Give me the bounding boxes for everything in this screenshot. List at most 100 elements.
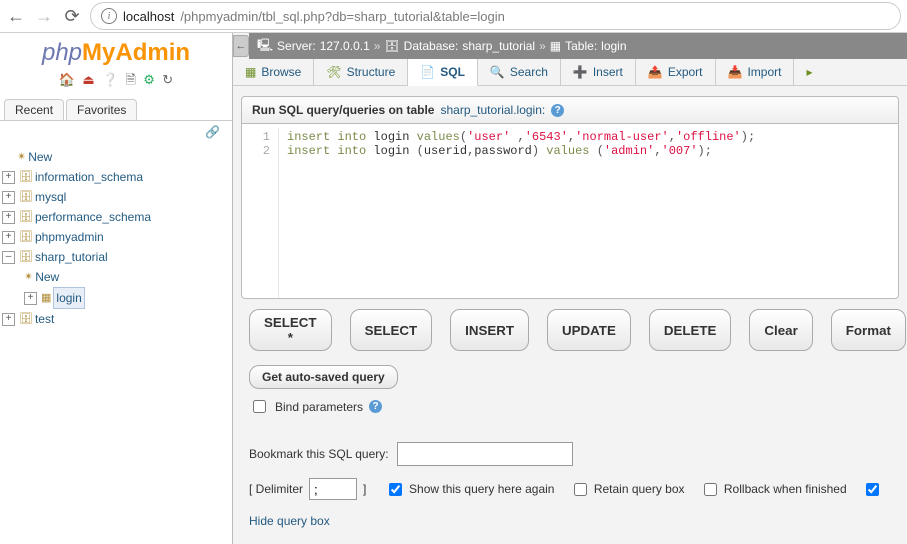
sql-box-table-link[interactable]: sharp_tutorial.login:	[440, 103, 545, 117]
delimiter-open: [ Delimiter	[249, 482, 303, 496]
tree-db-expanded[interactable]: –🗄sharp_tutorial	[2, 247, 232, 267]
url-path: /phpmyadmin/tbl_sql.php?db=sharp_tutoria…	[180, 9, 505, 24]
new-icon: ✴	[24, 267, 33, 287]
sql-icon[interactable]: 🗎	[126, 72, 136, 87]
logout-icon[interactable]: ⏏	[82, 72, 94, 87]
delimiter-input[interactable]	[309, 478, 357, 500]
rollback-label[interactable]: Rollback when finished	[700, 480, 847, 499]
db-icon: 🗄	[19, 309, 33, 329]
select-button[interactable]: SELECT	[350, 309, 433, 351]
browse-icon: ▦	[245, 65, 256, 79]
tree-db[interactable]: +🗄information_schema	[2, 167, 232, 187]
retain-label[interactable]: Retain query box	[570, 480, 685, 499]
tab-more[interactable]: ▸	[794, 59, 824, 85]
collapse-icon[interactable]: –	[2, 251, 15, 264]
main-tabs: ▦Browse 🛠Structure 📄SQL 🔍Search ➕Insert …	[233, 59, 907, 86]
forward-icon[interactable]: →	[34, 6, 54, 27]
expand-icon[interactable]: +	[2, 211, 15, 224]
sql-editor[interactable]: 12 insert into login values('user' ,'654…	[242, 124, 898, 298]
database-icon: 🗄	[384, 39, 399, 53]
db-icon: 🗄	[19, 227, 33, 247]
tree-table-login[interactable]: +▦login	[2, 287, 232, 309]
settings-icon[interactable]: ⚙	[143, 72, 155, 87]
sql-query-box: Run SQL query/queries on table sharp_tut…	[241, 96, 899, 299]
tab-search[interactable]: 🔍Search	[478, 59, 561, 85]
tab-insert[interactable]: ➕Insert	[561, 59, 636, 85]
delimiter-close: ]	[363, 482, 366, 496]
home-icon[interactable]: 🏠	[59, 72, 75, 87]
bc-server-link[interactable]: 127.0.0.1	[320, 39, 370, 53]
bc-table-label: Table:	[565, 39, 597, 53]
rollback-checkbox[interactable]	[704, 483, 717, 496]
bind-params-checkbox[interactable]	[253, 400, 266, 413]
trailing-checkbox[interactable]	[866, 483, 879, 496]
show-again-label[interactable]: Show this query here again	[385, 480, 554, 499]
tree-new[interactable]: ✴New	[2, 147, 232, 167]
code-lines[interactable]: insert into login values('user' ,'6543',…	[279, 128, 898, 298]
select-star-button[interactable]: SELECT *	[249, 309, 332, 351]
tab-sql[interactable]: 📄SQL	[408, 59, 478, 86]
db-icon: 🗄	[19, 167, 33, 187]
reload-icon[interactable]: ⟳	[62, 6, 82, 27]
insert-button[interactable]: INSERT	[450, 309, 529, 351]
db-icon: 🗄	[19, 187, 33, 207]
db-icon: 🗄	[19, 247, 33, 267]
structure-icon: 🛠	[326, 65, 341, 79]
bind-params-label[interactable]: Bind parameters ?	[249, 397, 891, 416]
format-button[interactable]: Format	[831, 309, 906, 351]
more-icon: ▸	[806, 65, 812, 79]
tree-db[interactable]: +🗄test	[2, 309, 232, 329]
expand-icon[interactable]: +	[2, 231, 15, 244]
bc-table-link[interactable]: login	[601, 39, 626, 53]
browser-toolbar: ← → ⟳ i localhost /phpmyadmin/tbl_sql.ph…	[0, 0, 907, 33]
sidebar-shortcut-bar: 🏠 ⏏ ❔ 🗎 ⚙ ↻	[0, 69, 232, 99]
clear-button[interactable]: Clear	[749, 309, 812, 351]
address-bar[interactable]: i localhost /phpmyadmin/tbl_sql.php?db=s…	[90, 2, 901, 30]
tab-structure[interactable]: 🛠Structure	[314, 59, 408, 85]
tree-db[interactable]: +🗄mysql	[2, 187, 232, 207]
table-icon: ▦	[550, 39, 561, 53]
link-panel-icon[interactable]: 🔗	[0, 121, 232, 143]
expand-icon[interactable]: +	[24, 292, 37, 305]
delete-button[interactable]: DELETE	[649, 309, 732, 351]
tab-import[interactable]: 📥Import	[716, 59, 795, 85]
site-info-icon[interactable]: i	[101, 8, 117, 24]
sql-icon: 📄	[420, 65, 435, 79]
hide-query-link[interactable]: Hide query box	[241, 506, 899, 528]
tree-new-table[interactable]: ✴New	[2, 267, 232, 287]
auto-saved-button[interactable]: Get auto-saved query	[249, 365, 398, 389]
collapse-sidebar-button[interactable]: ←	[233, 35, 249, 57]
main-panel: ← 🖳 Server: 127.0.0.1 » 🗄 Database: shar…	[232, 33, 907, 544]
update-button[interactable]: UPDATE	[547, 309, 631, 351]
tab-browse[interactable]: ▦Browse	[233, 59, 314, 85]
db-tree: ✴New +🗄information_schema +🗄mysql +🗄perf…	[0, 143, 232, 329]
bc-server-label: Server:	[277, 39, 316, 53]
export-icon: 📤	[648, 65, 663, 79]
expand-icon[interactable]: +	[2, 171, 15, 184]
show-again-checkbox[interactable]	[389, 483, 402, 496]
expand-icon[interactable]: +	[2, 191, 15, 204]
tree-db[interactable]: +🗄phpmyadmin	[2, 227, 232, 247]
sidebar-tabs: Recent Favorites	[0, 99, 232, 121]
bc-db-link[interactable]: sharp_tutorial	[462, 39, 535, 53]
tab-favorites[interactable]: Favorites	[66, 99, 137, 120]
bookmark-label: Bookmark this SQL query:	[249, 447, 389, 461]
tab-export[interactable]: 📤Export	[636, 59, 716, 85]
new-icon: ✴	[17, 147, 26, 167]
retain-checkbox[interactable]	[574, 483, 587, 496]
reload-tree-icon[interactable]: ↻	[162, 72, 173, 87]
help-icon[interactable]: ?	[369, 400, 382, 413]
insert-icon: ➕	[573, 65, 588, 79]
table-icon: ▦	[41, 288, 51, 308]
bc-db-label: Database:	[404, 39, 459, 53]
tree-db[interactable]: +🗄performance_schema	[2, 207, 232, 227]
back-icon[interactable]: ←	[6, 6, 26, 27]
help-icon[interactable]: ?	[551, 104, 564, 117]
tab-recent[interactable]: Recent	[4, 99, 64, 120]
db-icon: 🗄	[19, 207, 33, 227]
expand-icon[interactable]: +	[2, 313, 15, 326]
bookmark-input[interactable]	[397, 442, 573, 466]
search-icon: 🔍	[490, 65, 505, 79]
sidebar: phpMyAdmin 🏠 ⏏ ❔ 🗎 ⚙ ↻ Recent Favorites …	[0, 33, 232, 544]
docs-icon[interactable]: ❔	[102, 72, 118, 87]
